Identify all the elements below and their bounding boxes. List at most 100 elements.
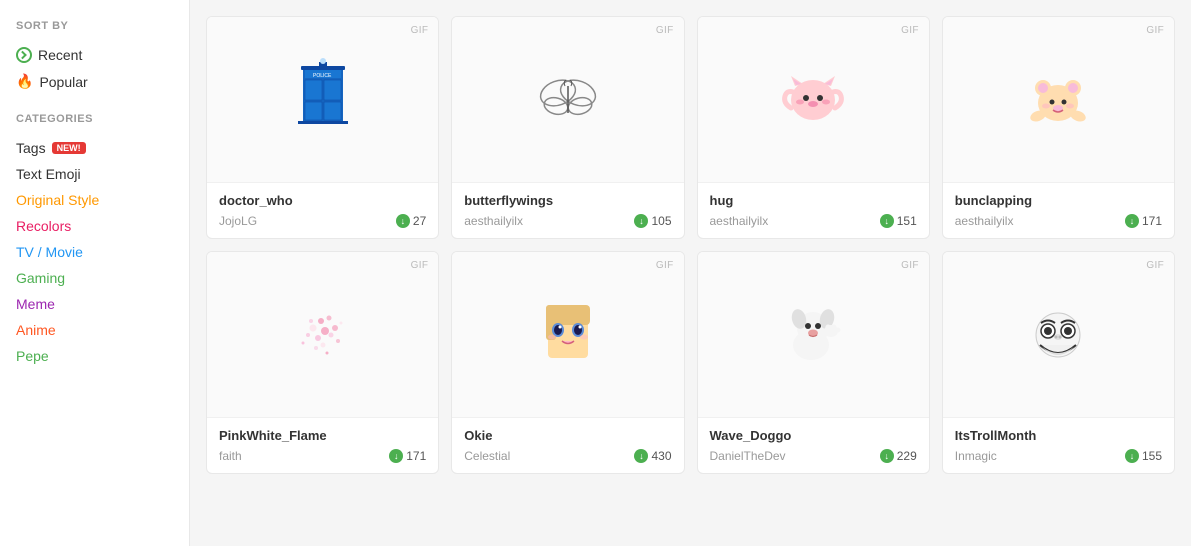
gif-badge: GIF <box>1146 25 1164 36</box>
card-info: PinkWhite_Flame faith ↓ 171 <box>207 417 438 473</box>
sidebar-item-tv-movie[interactable]: TV / Movie <box>16 239 173 265</box>
sticker-flame <box>283 293 363 376</box>
card-image-area: GIF <box>452 17 683 182</box>
card-itstrollmonth[interactable]: GIF <box>942 251 1175 474</box>
card-meta: DanielTheDev ↓ 229 <box>710 449 917 463</box>
gif-badge: GIF <box>656 260 674 271</box>
card-title: Wave_Doggo <box>710 428 917 443</box>
download-icon: ↓ <box>634 449 648 463</box>
tv-movie-label: TV / Movie <box>16 244 83 260</box>
card-meta: JojoLG ↓ 27 <box>219 214 426 228</box>
original-style-label: Original Style <box>16 192 99 208</box>
recent-icon <box>16 47 32 63</box>
sidebar-item-text-emoji[interactable]: Text Emoji <box>16 161 173 187</box>
sidebar-item-gaming[interactable]: Gaming <box>16 265 173 291</box>
card-author: JojoLG <box>219 214 257 228</box>
card-author: aesthailyilx <box>710 214 769 228</box>
card-info: doctor_who JojoLG ↓ 27 <box>207 182 438 238</box>
card-title: doctor_who <box>219 193 426 208</box>
card-info: Okie Celestial ↓ 430 <box>452 417 683 473</box>
count-value: 27 <box>413 214 426 228</box>
download-icon: ↓ <box>1125 214 1139 228</box>
card-author: faith <box>219 449 242 463</box>
card-count: ↓ 430 <box>634 449 671 463</box>
card-count: ↓ 171 <box>1125 214 1162 228</box>
card-info: ItsTrollMonth Inmagic ↓ 155 <box>943 417 1174 473</box>
card-bunclapping[interactable]: GIF <box>942 16 1175 239</box>
download-icon: ↓ <box>880 449 894 463</box>
card-author: aesthailyilx <box>955 214 1014 228</box>
sticker-doggo <box>773 293 853 376</box>
card-image-area: GIF <box>698 252 929 417</box>
count-value: 171 <box>1142 214 1162 228</box>
card-meta: faith ↓ 171 <box>219 449 426 463</box>
tags-label: Tags <box>16 140 46 156</box>
card-doctor-who[interactable]: GIF POLICE <box>206 16 439 239</box>
card-image-area: GIF <box>452 252 683 417</box>
sticker-hug <box>773 58 853 141</box>
card-hug[interactable]: GIF <box>697 16 930 239</box>
sidebar-item-tags[interactable]: Tags New! <box>16 135 173 161</box>
sidebar-item-recolors[interactable]: Recolors <box>16 213 173 239</box>
card-image-area: GIF <box>698 17 929 182</box>
count-value: 155 <box>1142 449 1162 463</box>
sidebar-item-original-style[interactable]: Original Style <box>16 187 173 213</box>
card-butterflywings[interactable]: GIF butterflywings <box>451 16 684 239</box>
card-title: PinkWhite_Flame <box>219 428 426 443</box>
sticker-troll <box>1018 293 1098 376</box>
sidebar-item-anime[interactable]: Anime <box>16 317 173 343</box>
card-info: Wave_Doggo DanielTheDev ↓ 229 <box>698 417 929 473</box>
count-value: 151 <box>897 214 917 228</box>
card-title: Okie <box>464 428 671 443</box>
card-image-area: GIF <box>943 17 1174 182</box>
card-author: Inmagic <box>955 449 997 463</box>
card-image-area: GIF <box>943 252 1174 417</box>
card-title: butterflywings <box>464 193 671 208</box>
card-author: aesthailyilx <box>464 214 523 228</box>
card-pinkwhite-flame[interactable]: GIF <box>206 251 439 474</box>
text-emoji-label: Text Emoji <box>16 166 81 182</box>
sticker-butterflywings <box>528 58 608 141</box>
sort-popular-label: Popular <box>39 74 87 90</box>
card-image-area: GIF <box>207 252 438 417</box>
main-content: GIF POLICE <box>190 0 1191 546</box>
card-count: ↓ 105 <box>634 214 671 228</box>
card-info: hug aesthailyilx ↓ 151 <box>698 182 929 238</box>
card-title: bunclapping <box>955 193 1162 208</box>
gif-badge: GIF <box>411 25 429 36</box>
sidebar-item-meme[interactable]: Meme <box>16 291 173 317</box>
gaming-label: Gaming <box>16 270 65 286</box>
card-wave-doggo[interactable]: GIF <box>697 251 930 474</box>
sticker-tardis: POLICE <box>283 58 363 141</box>
card-info: bunclapping aesthailyilx ↓ 171 <box>943 182 1174 238</box>
sort-popular[interactable]: 🔥 Popular <box>16 68 173 95</box>
popular-icon: 🔥 <box>16 73 33 90</box>
card-info: butterflywings aesthailyilx ↓ 105 <box>452 182 683 238</box>
svg-text:POLICE: POLICE <box>313 73 332 79</box>
gif-badge: GIF <box>1146 260 1164 271</box>
card-title: hug <box>710 193 917 208</box>
card-count: ↓ 151 <box>880 214 917 228</box>
gif-badge: GIF <box>901 260 919 271</box>
count-value: 171 <box>406 449 426 463</box>
count-value: 229 <box>897 449 917 463</box>
card-meta: aesthailyilx ↓ 105 <box>464 214 671 228</box>
pepe-label: Pepe <box>16 348 49 364</box>
sort-recent[interactable]: Recent <box>16 42 173 68</box>
download-icon: ↓ <box>634 214 648 228</box>
card-okie[interactable]: GIF <box>451 251 684 474</box>
card-count: ↓ 155 <box>1125 449 1162 463</box>
categories-label: CATEGORIES <box>16 113 173 125</box>
new-badge: New! <box>52 142 86 154</box>
meme-label: Meme <box>16 296 55 312</box>
download-icon: ↓ <box>396 214 410 228</box>
download-icon: ↓ <box>1125 449 1139 463</box>
sticker-bunclapping <box>1018 58 1098 141</box>
gif-badge: GIF <box>901 25 919 36</box>
gif-badge: GIF <box>656 25 674 36</box>
sidebar-item-pepe[interactable]: Pepe <box>16 343 173 369</box>
card-author: Celestial <box>464 449 510 463</box>
card-count: ↓ 229 <box>880 449 917 463</box>
card-meta: aesthailyilx ↓ 171 <box>955 214 1162 228</box>
sort-recent-label: Recent <box>38 47 82 63</box>
